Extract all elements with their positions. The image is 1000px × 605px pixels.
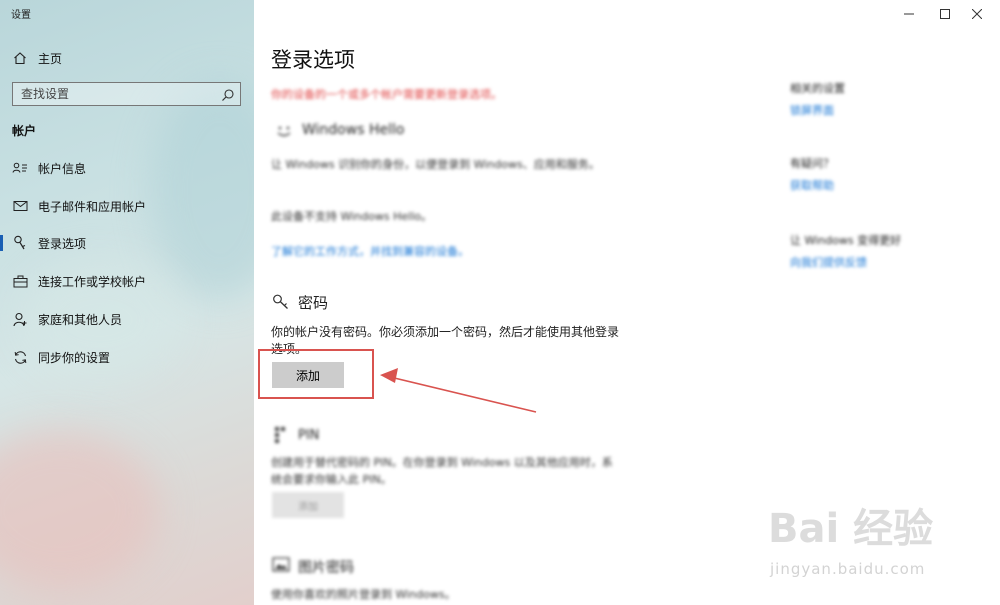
pin-title: PIN [298, 428, 320, 443]
watermark-brand: Bai 经验 [768, 506, 933, 552]
sidebar-item-label: 登录选项 [38, 236, 87, 251]
sidebar-item-email-accounts[interactable]: 电子邮件和应用帐户 [0, 191, 254, 221]
picture-password-title: 图片密码 [298, 560, 354, 576]
window-title: 设置 [11, 10, 31, 21]
sidebar-item-sign-in-options[interactable]: 登录选项 [0, 228, 254, 258]
sidebar-item-label: 帐户信息 [38, 161, 87, 176]
improve-windows-heading: 让 Windows 变得更好 [790, 234, 902, 247]
pin-description: 创建用于替代密码的 PIN。在你登录到 Windows 以及其他应用时，系统会要… [271, 456, 613, 486]
minimize-icon [904, 4, 914, 23]
smiley-icon [274, 121, 294, 141]
main-content: 登录选项 你的设备的一个或多个帐户需要更新登录选项。 Windows Hello… [254, 0, 1000, 605]
questions-heading: 有疑问？ [790, 157, 834, 170]
close-icon [971, 4, 983, 23]
sync-icon [12, 349, 28, 365]
page-title: 登录选项 [271, 48, 355, 72]
sidebar-section-heading: 帐户 [12, 124, 37, 138]
sidebar: 设置 主页 帐户 帐户信息 电子邮件和应用帐户 登录选项 [0, 0, 254, 605]
hello-title: Windows Hello [302, 122, 405, 138]
key-icon [272, 293, 290, 311]
people-icon [12, 311, 28, 327]
background-blob [0, 430, 160, 590]
briefcase-icon [12, 273, 28, 289]
lock-screen-link[interactable]: 锁屏界面 [790, 102, 834, 118]
sidebar-item-label: 主页 [38, 51, 63, 66]
mail-icon [12, 198, 28, 214]
sidebar-item-label: 同步你的设置 [38, 350, 111, 365]
search-input[interactable] [13, 84, 213, 104]
password-title: 密码 [298, 294, 329, 312]
add-password-button[interactable]: 添加 [272, 362, 344, 388]
hello-unsupported-text: 此设备不支持 Windows Hello。 [271, 210, 432, 223]
search-box[interactable] [12, 82, 241, 106]
search-icon[interactable] [221, 87, 235, 101]
sidebar-item-label: 连接工作或学校帐户 [38, 274, 147, 289]
warning-text: 你的设备的一个或多个帐户需要更新登录选项。 [271, 88, 502, 101]
sidebar-item-home[interactable]: 主页 [0, 43, 254, 73]
hello-learn-more-link[interactable]: 了解它的工作方式，并找到兼容的设备。 [271, 243, 469, 259]
key-icon [12, 235, 28, 251]
sidebar-item-account-info[interactable]: 帐户信息 [0, 153, 254, 183]
annotation-arrow [380, 368, 537, 413]
get-help-link[interactable]: 获取帮助 [790, 177, 834, 193]
pin-icon [273, 426, 289, 444]
hello-description: 让 Windows 识别你的身份，以便登录到 Windows、应用和服务。 [271, 158, 600, 171]
watermark-url: jingyan.baidu.com [770, 560, 926, 578]
sidebar-item-label: 家庭和其他人员 [38, 312, 123, 327]
person-card-icon [12, 160, 28, 176]
close-button[interactable] [954, 0, 1000, 26]
give-feedback-link[interactable]: 向我们提供反馈 [790, 254, 867, 270]
sidebar-item-family[interactable]: 家庭和其他人员 [0, 304, 254, 334]
home-icon [12, 50, 28, 66]
related-settings-heading: 相关的设置 [790, 82, 845, 95]
sidebar-item-sync[interactable]: 同步你的设置 [0, 342, 254, 372]
baidu-watermark-logo: Bai 经验 [768, 506, 933, 552]
maximize-icon [940, 4, 950, 23]
picture-password-description: 使用你喜欢的照片登录到 Windows。 [271, 588, 456, 601]
sidebar-item-work-school[interactable]: 连接工作或学校帐户 [0, 266, 254, 296]
picture-icon [272, 557, 290, 573]
add-pin-button[interactable]: 添加 [272, 492, 344, 518]
sidebar-item-label: 电子邮件和应用帐户 [38, 199, 147, 214]
